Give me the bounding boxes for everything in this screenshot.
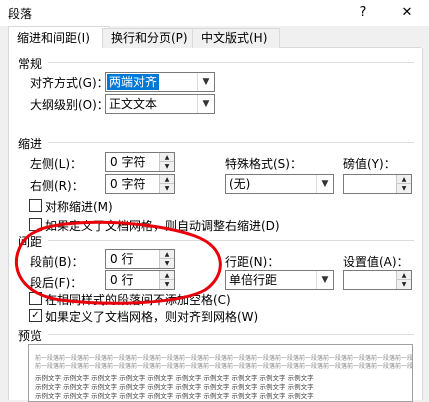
annotation-ellipse bbox=[14, 220, 222, 305]
